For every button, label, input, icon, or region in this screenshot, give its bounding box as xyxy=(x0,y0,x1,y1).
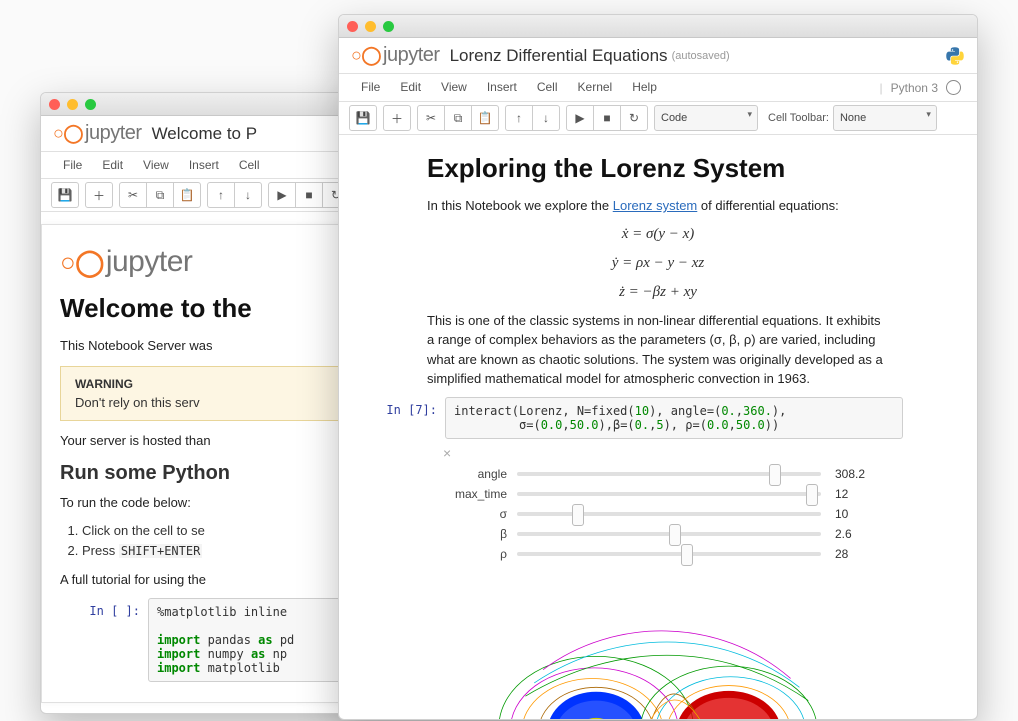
zoom-icon[interactable] xyxy=(85,99,96,110)
slider-label: β xyxy=(437,527,507,541)
slider-label: σ xyxy=(437,507,507,521)
paragraph: In this Notebook we explore the Lorenz s… xyxy=(427,196,889,216)
close-widget-icon[interactable]: × xyxy=(443,445,879,461)
slider-ρ[interactable]: ρ 28 xyxy=(437,547,879,561)
input-prompt: In [7]: xyxy=(357,397,445,439)
slider-label: max_time xyxy=(437,487,507,501)
slider-handle[interactable] xyxy=(806,484,818,506)
slider-label: ρ xyxy=(437,547,507,561)
cut-icon[interactable]: ✂ xyxy=(417,105,445,131)
titlebar xyxy=(339,15,977,38)
cut-icon[interactable]: ✂ xyxy=(119,182,147,208)
move-down-icon[interactable]: ↓ xyxy=(235,182,262,208)
traffic-lights xyxy=(347,21,394,32)
code-input[interactable]: interact(Lorenz, N=fixed(10), angle=(0.,… xyxy=(445,397,903,439)
lorenz-attractor-plot xyxy=(437,585,879,721)
copy-icon[interactable]: ⧉ xyxy=(445,105,472,131)
input-prompt: In [ ]: xyxy=(60,598,148,682)
menu-file[interactable]: File xyxy=(53,155,92,175)
menu-file[interactable]: File xyxy=(351,77,390,98)
slider-track[interactable] xyxy=(517,512,821,516)
autosave-status: (autosaved) xyxy=(672,50,730,62)
toolbar: 💾 ＋ ✂ ⧉ 📋 ↑ ↓ ▶ ■ ↻ Cell Toolbar: xyxy=(339,102,977,135)
menu-cell[interactable]: Cell xyxy=(527,77,568,98)
minimize-icon[interactable] xyxy=(67,99,78,110)
slider-handle[interactable] xyxy=(769,464,781,486)
traffic-lights xyxy=(49,99,96,110)
slider-angle[interactable]: angle 308.2 xyxy=(437,467,879,481)
menu-insert[interactable]: Insert xyxy=(477,77,527,98)
stop-icon[interactable]: ■ xyxy=(296,182,323,208)
cell-type-select[interactable] xyxy=(654,105,758,131)
slider-handle[interactable] xyxy=(669,524,681,546)
heading: Exploring the Lorenz System xyxy=(427,153,889,184)
run-icon[interactable]: ▶ xyxy=(268,182,296,208)
notebook-title[interactable]: Welcome to P xyxy=(152,124,258,144)
restart-icon[interactable]: ↻ xyxy=(621,105,648,131)
jupyter-logo: ◯jupyter xyxy=(53,122,142,145)
zoom-icon[interactable] xyxy=(383,21,394,32)
paste-icon[interactable]: 📋 xyxy=(472,105,499,131)
front-window: ◯jupyter Lorenz Differential Equations (… xyxy=(338,14,978,720)
code-cell[interactable]: In [7]: interact(Lorenz, N=fixed(10), an… xyxy=(357,397,903,439)
notebook-content: Exploring the Lorenz System In this Note… xyxy=(339,135,977,720)
menu-edit[interactable]: Edit xyxy=(390,77,431,98)
menu-cell[interactable]: Cell xyxy=(229,155,270,175)
menu-help[interactable]: Help xyxy=(622,77,667,98)
jupyter-logo: ◯jupyter xyxy=(351,44,440,67)
slider-track[interactable] xyxy=(517,492,821,496)
menu-insert[interactable]: Insert xyxy=(179,155,229,175)
move-up-icon[interactable]: ↑ xyxy=(505,105,533,131)
move-up-icon[interactable]: ↑ xyxy=(207,182,235,208)
slider-value: 28 xyxy=(835,547,879,561)
copy-icon[interactable]: ⧉ xyxy=(147,182,174,208)
save-icon[interactable]: 💾 xyxy=(349,105,377,131)
slider-value: 10 xyxy=(835,507,879,521)
paragraph: This is one of the classic systems in no… xyxy=(427,311,889,389)
paste-icon[interactable]: 📋 xyxy=(174,182,201,208)
kernel-status-icon xyxy=(946,80,961,95)
menu-view[interactable]: View xyxy=(431,77,477,98)
run-icon[interactable]: ▶ xyxy=(566,105,594,131)
slider-handle[interactable] xyxy=(572,504,584,526)
menu-edit[interactable]: Edit xyxy=(92,155,133,175)
equation: ż = −βz + xy xyxy=(427,282,889,303)
slider-value: 2.6 xyxy=(835,527,879,541)
menu-kernel[interactable]: Kernel xyxy=(568,77,623,98)
slider-σ[interactable]: σ 10 xyxy=(437,507,879,521)
slider-track[interactable] xyxy=(517,532,821,536)
equation: ẏ = ρx − y − xz xyxy=(427,253,889,274)
menubar: File Edit View Insert Cell Kernel Help |… xyxy=(339,74,977,102)
slider-β[interactable]: β 2.6 xyxy=(437,527,879,541)
save-icon[interactable]: 💾 xyxy=(51,182,79,208)
slider-handle[interactable] xyxy=(681,544,693,566)
slider-value: 12 xyxy=(835,487,879,501)
close-icon[interactable] xyxy=(49,99,60,110)
cell-toolbar-label: Cell Toolbar: xyxy=(768,112,829,124)
slider-max_time[interactable]: max_time 12 xyxy=(437,487,879,501)
kernel-indicator xyxy=(945,46,965,66)
notebook-title[interactable]: Lorenz Differential Equations xyxy=(450,46,668,66)
slider-label: angle xyxy=(437,467,507,481)
close-icon[interactable] xyxy=(347,21,358,32)
minimize-icon[interactable] xyxy=(365,21,376,32)
kernel-name: Python 3 xyxy=(891,81,938,95)
widget-panel: × angle 308.2 max_time 12 σ 10 β 2.6 ρ 28 xyxy=(437,445,879,721)
equation: ẋ = σ(y − x) xyxy=(427,224,889,245)
slider-track[interactable] xyxy=(517,472,821,476)
cell-toolbar-select[interactable] xyxy=(833,105,937,131)
menu-view[interactable]: View xyxy=(133,155,179,175)
move-down-icon[interactable]: ↓ xyxy=(533,105,560,131)
slider-track[interactable] xyxy=(517,552,821,556)
add-cell-icon[interactable]: ＋ xyxy=(383,105,411,131)
stop-icon[interactable]: ■ xyxy=(594,105,621,131)
notebook-header: ◯jupyter Lorenz Differential Equations (… xyxy=(339,38,977,74)
python-icon xyxy=(945,46,965,66)
slider-value: 308.2 xyxy=(835,467,879,481)
add-cell-icon[interactable]: ＋ xyxy=(85,182,113,208)
lorenz-link[interactable]: Lorenz system xyxy=(613,198,698,213)
